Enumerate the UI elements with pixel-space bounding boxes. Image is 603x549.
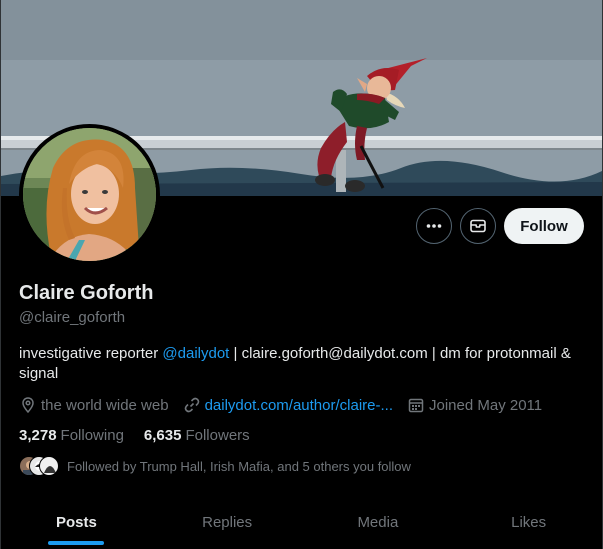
message-button[interactable] (460, 208, 496, 244)
profile-page: Follow Claire Goforth @claire_goforth in… (0, 0, 603, 549)
followers-link[interactable]: 6,635 Followers (144, 427, 250, 444)
profile-name: Claire Goforth (19, 282, 154, 304)
tab-posts[interactable]: Posts (1, 496, 152, 549)
profile-handle: @claire_goforth (19, 309, 126, 326)
follower-avatars (19, 456, 59, 476)
following-link[interactable]: 3,278 Following (19, 427, 124, 444)
location-text: the world wide web (41, 396, 169, 414)
active-tab-indicator (48, 541, 105, 545)
tab-media[interactable]: Media (303, 496, 454, 549)
follower-avatar (39, 456, 59, 476)
tab-label: Likes (511, 514, 547, 531)
followers-label: Followers (185, 427, 250, 444)
calendar-icon (407, 396, 425, 414)
bio-mention-link[interactable]: @dailydot (162, 345, 229, 362)
profile-bio: investigative reporter @dailydot | clair… (19, 344, 589, 384)
avatar[interactable] (19, 124, 160, 265)
tab-label: Replies (202, 514, 253, 531)
profile-meta: the world wide web dailydot.com/author/c… (19, 396, 556, 414)
envelope-icon (470, 219, 486, 233)
more-icon (426, 224, 442, 228)
location-item: the world wide web (19, 396, 169, 414)
profile-tabs: Posts Replies Media Likes (1, 496, 602, 549)
joined-item: Joined May 2011 (407, 396, 542, 414)
website-link[interactable]: dailydot.com/author/claire-... (205, 397, 393, 414)
profile-stats: 3,278 Following 6,635 Followers (19, 427, 270, 444)
followers-count: 6,635 (143, 427, 182, 444)
follow-button[interactable]: Follow (504, 208, 584, 244)
more-button[interactable] (416, 208, 452, 244)
following-label: Following (60, 427, 124, 444)
followed-by-row[interactable]: Followed by Trump Hall, Irish Mafia, and… (19, 456, 411, 476)
avatar-image (23, 128, 156, 261)
link-icon (183, 396, 201, 414)
following-count: 3,278 (19, 427, 57, 444)
tab-label: Posts (55, 514, 97, 531)
tab-label: Media (357, 514, 399, 531)
joined-text: Joined May 2011 (429, 396, 543, 414)
followed-by-text: Followed by Trump Hall, Irish Mafia, and… (67, 458, 411, 474)
website-item[interactable]: dailydot.com/author/claire-... (183, 396, 393, 414)
bio-text: investigative reporter (19, 345, 163, 362)
location-pin-icon (19, 396, 37, 414)
tab-likes[interactable]: Likes (453, 496, 602, 549)
tab-replies[interactable]: Replies (152, 496, 303, 549)
